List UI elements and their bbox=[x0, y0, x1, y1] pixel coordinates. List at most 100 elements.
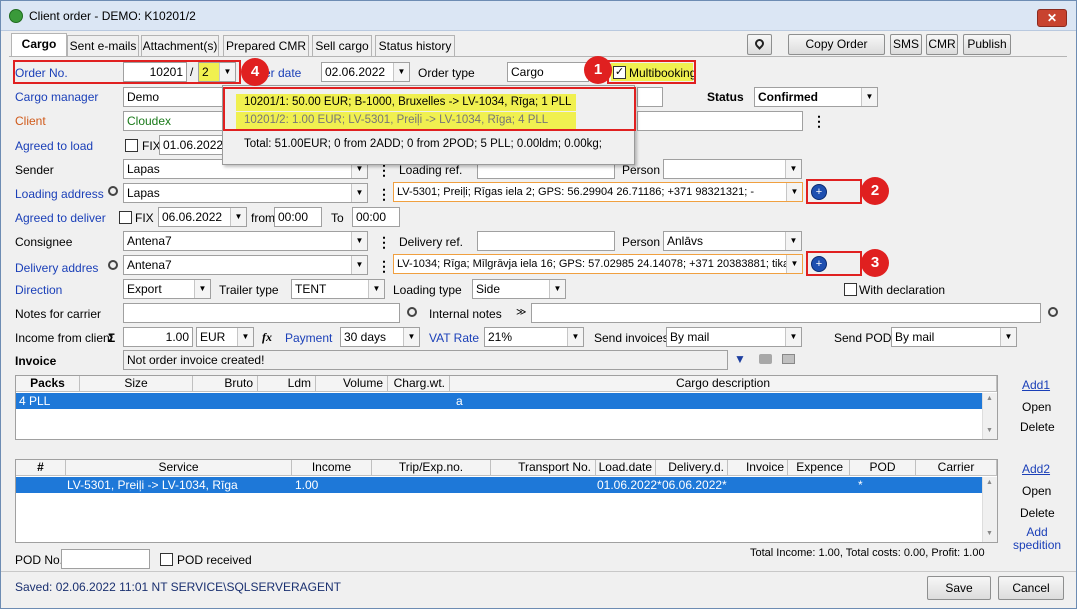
order-type-input[interactable]: Cargo bbox=[507, 62, 589, 82]
chevron-down-icon: ▼ bbox=[785, 160, 801, 178]
cargo-manager-input[interactable]: Demo bbox=[123, 87, 223, 107]
order-date-picker[interactable]: 02.06.2022 ▼ bbox=[321, 62, 410, 82]
tab-status-history[interactable]: Status history bbox=[375, 35, 455, 56]
services-header-service[interactable]: Service bbox=[66, 460, 292, 476]
printer-icon[interactable] bbox=[759, 354, 772, 364]
services-header-pod[interactable]: POD bbox=[850, 460, 916, 476]
search-icon[interactable] bbox=[108, 186, 118, 196]
consignee-select[interactable]: Antena7 ▼ bbox=[123, 231, 368, 251]
delivery-ref-input[interactable] bbox=[477, 231, 615, 251]
fix-load-checkbox[interactable] bbox=[125, 139, 138, 152]
pod-received-checkbox[interactable] bbox=[160, 553, 173, 566]
tab-sell-cargo[interactable]: Sell cargo bbox=[312, 35, 372, 56]
packs-scrollbar[interactable]: ▲ ▼ bbox=[982, 393, 997, 439]
expand-notes-icon[interactable]: ≫ bbox=[516, 306, 526, 320]
vat-rate-select[interactable]: 21% ▼ bbox=[484, 327, 584, 347]
open-service-link[interactable]: Open bbox=[1022, 484, 1051, 498]
scroll-up-icon[interactable]: ▲ bbox=[986, 395, 993, 402]
cargo-manager-extra-input[interactable] bbox=[637, 87, 663, 107]
search-icon[interactable] bbox=[108, 260, 118, 270]
with-declaration-checkbox[interactable] bbox=[844, 283, 857, 296]
sigma-icon[interactable]: Σ bbox=[108, 331, 115, 345]
arrow-down-icon[interactable]: ▼ bbox=[734, 352, 746, 366]
notes-for-carrier-input[interactable] bbox=[123, 303, 400, 323]
location-button[interactable] bbox=[747, 34, 772, 55]
services-scrollbar[interactable]: ▲ ▼ bbox=[982, 477, 997, 542]
services-header-income[interactable]: Income bbox=[292, 460, 372, 476]
add-service-link[interactable]: Add2 bbox=[1022, 462, 1050, 476]
currency-select[interactable]: EUR ▼ bbox=[196, 327, 254, 347]
agreed-to-deliver-date[interactable]: 06.06.2022 ▼ bbox=[158, 207, 247, 227]
loading-address-more-menu[interactable]: ⋮ bbox=[377, 187, 391, 201]
loading-type-select[interactable]: Side ▼ bbox=[472, 279, 566, 299]
save-button[interactable]: Save bbox=[927, 576, 991, 600]
sms-button[interactable]: SMS bbox=[890, 34, 922, 55]
client-input[interactable]: Cloudex bbox=[123, 111, 223, 131]
packs-header-volume[interactable]: Volume bbox=[316, 376, 388, 392]
pod-no-input[interactable] bbox=[61, 549, 150, 569]
trailer-type-select[interactable]: TENT ▼ bbox=[291, 279, 385, 299]
status-select[interactable]: Confirmed ▼ bbox=[754, 87, 878, 107]
cancel-button[interactable]: Cancel bbox=[998, 576, 1064, 600]
delivery-address-more-menu[interactable]: ⋮ bbox=[377, 259, 391, 273]
packs-header-bruto[interactable]: Bruto bbox=[193, 376, 258, 392]
chevron-down-icon: ▼ bbox=[393, 63, 409, 81]
loading-address-detail[interactable]: LV-5301; Preiļi; Rīgas iela 2; GPS: 56.2… bbox=[393, 182, 803, 202]
delivery-address-select[interactable]: Antena7 ▼ bbox=[123, 255, 368, 275]
delete-pack-link[interactable]: Delete bbox=[1020, 420, 1055, 434]
function-icon[interactable]: fx bbox=[262, 330, 272, 344]
copy-order-button[interactable]: Copy Order bbox=[788, 34, 885, 55]
services-header-trip[interactable]: Trip/Exp.no. bbox=[372, 460, 491, 476]
agreed-to-load-date[interactable]: 01.06.2022 bbox=[159, 135, 223, 155]
services-header-transport[interactable]: Transport No. bbox=[491, 460, 596, 476]
table-row[interactable]: LV-5301, Preiļi -> LV-1034, Rīga 1.00 01… bbox=[16, 477, 982, 493]
search-icon[interactable] bbox=[407, 307, 417, 317]
cmr-button[interactable]: CMR bbox=[926, 34, 958, 55]
services-header-delivery-date[interactable]: Delivery.d. bbox=[656, 460, 728, 476]
delivery-address-detail[interactable]: LV-1034; Rīga; Mīlgrāvja iela 16; GPS: 5… bbox=[393, 254, 803, 274]
packs-header-size[interactable]: Size bbox=[80, 376, 193, 392]
packs-header-packs[interactable]: Packs bbox=[16, 376, 80, 392]
table-row[interactable]: 4 PLL a bbox=[16, 393, 982, 409]
tab-sent-emails[interactable]: Sent e-mails bbox=[67, 35, 139, 56]
loading-person-select[interactable]: ▼ bbox=[663, 159, 802, 179]
packs-header-charg-wt[interactable]: Charg.wt. bbox=[388, 376, 450, 392]
services-header-invoice-no[interactable]: Invoice No. bbox=[728, 460, 788, 476]
tab-prepared-cmr[interactable]: Prepared CMR bbox=[223, 35, 309, 56]
income-cell: 1.00 bbox=[295, 478, 319, 492]
direction-select[interactable]: Export ▼ bbox=[123, 279, 211, 299]
add-pack-link[interactable]: Add1 bbox=[1022, 378, 1050, 392]
internal-notes-input[interactable] bbox=[531, 303, 1041, 323]
send-invoices-select[interactable]: By mail ▼ bbox=[666, 327, 802, 347]
close-window-button[interactable]: ✕ bbox=[1037, 9, 1067, 27]
client-more-menu[interactable]: ⋮ bbox=[812, 114, 826, 128]
packs-header-ldm[interactable]: Ldm bbox=[258, 376, 316, 392]
delivery-person-select[interactable]: Anlāvs ▼ bbox=[663, 231, 802, 251]
client-detail-input[interactable] bbox=[637, 111, 803, 131]
search-icon[interactable] bbox=[1048, 307, 1058, 317]
consignee-more-menu[interactable]: ⋮ bbox=[377, 235, 391, 249]
income-input[interactable]: 1.00 bbox=[123, 327, 193, 347]
from-time-input[interactable]: 00:00 bbox=[274, 207, 322, 227]
delete-service-link[interactable]: Delete bbox=[1020, 506, 1055, 520]
services-header-carrier[interactable]: Carrier bbox=[916, 460, 997, 476]
loading-address-select[interactable]: Lapas ▼ bbox=[123, 183, 368, 203]
fix-deliver-checkbox[interactable] bbox=[119, 211, 132, 224]
packs-header-cargo-description[interactable]: Cargo description bbox=[450, 376, 997, 392]
open-pack-link[interactable]: Open bbox=[1022, 400, 1051, 414]
services-header-load-date[interactable]: Load.date bbox=[596, 460, 656, 476]
payment-select[interactable]: 30 days ▼ bbox=[340, 327, 420, 347]
document-icon[interactable] bbox=[782, 354, 795, 364]
scroll-down-icon[interactable]: ▼ bbox=[986, 427, 993, 434]
tab-attachments[interactable]: Attachment(s) bbox=[141, 35, 219, 56]
sender-more-menu[interactable]: ⋮ bbox=[377, 163, 391, 177]
services-header-number[interactable]: # bbox=[16, 460, 66, 476]
services-header-expence[interactable]: Expence bbox=[788, 460, 850, 476]
publish-button[interactable]: Publish bbox=[963, 34, 1011, 55]
scroll-up-icon[interactable]: ▲ bbox=[986, 479, 993, 486]
to-time-input[interactable]: 00:00 bbox=[352, 207, 400, 227]
add-spedition-link[interactable]: Add spedition bbox=[1013, 526, 1061, 552]
scroll-down-icon[interactable]: ▼ bbox=[986, 530, 993, 537]
tab-cargo[interactable]: Cargo bbox=[11, 33, 67, 57]
send-pod-select[interactable]: By mail ▼ bbox=[891, 327, 1017, 347]
